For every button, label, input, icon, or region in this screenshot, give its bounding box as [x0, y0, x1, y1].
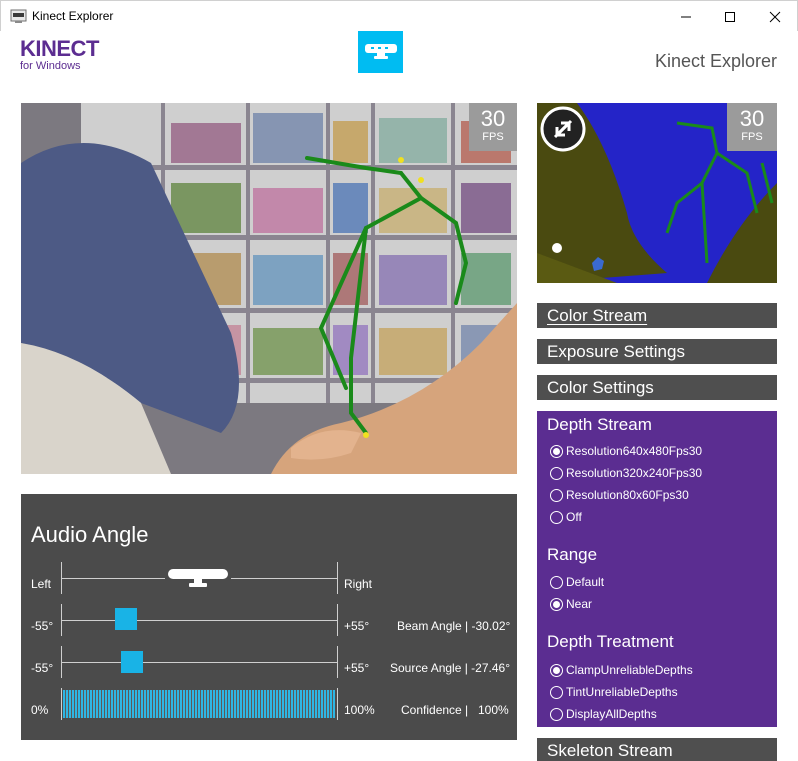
radio-dot — [550, 663, 563, 677]
source-track — [61, 662, 337, 663]
audio-title: Audio Angle — [31, 522, 149, 547]
depth-stream-panel: Depth Stream Resolution640x480Fps30 Reso… — [537, 411, 777, 727]
close-icon — [769, 11, 781, 22]
maximize-button[interactable] — [707, 1, 753, 32]
color-stream-label: Color Stream — [547, 306, 648, 325]
color-fps-value: 30 — [480, 106, 506, 131]
exposure-settings-label: Exposure Settings — [547, 342, 685, 361]
radio-dot — [550, 444, 563, 458]
sensor-tile[interactable] — [358, 31, 403, 73]
radio-label: Resolution80x60Fps30 — [566, 488, 689, 502]
depth-fps-counter: 30 FPS — [727, 103, 777, 151]
brand-sub: for Windows — [20, 60, 81, 72]
radio-label: ClampUnreliableDepths — [566, 663, 693, 677]
range-title: Range — [547, 545, 598, 564]
color-video-view: 30 FPS — [21, 103, 517, 474]
radio-label: DisplayAllDepths — [566, 707, 657, 721]
radio-range-default[interactable]: Default — [550, 574, 604, 590]
skeleton-stream-header[interactable]: Skeleton Stream — [537, 738, 777, 761]
app-icon — [10, 9, 27, 23]
skeleton-stream-label: Skeleton Stream — [547, 741, 673, 760]
brand-main: KINECT — [20, 36, 99, 61]
confidence-min-label: 0% — [31, 703, 49, 717]
row2-right-tick — [337, 604, 338, 636]
color-stream-header[interactable]: Color Stream — [537, 303, 777, 328]
confidence-max-label: 100% — [344, 703, 375, 717]
radio-dot — [550, 707, 563, 721]
row4-right-tick — [337, 688, 338, 720]
radio-range-near[interactable]: Near — [550, 596, 592, 612]
source-angle-readout: Source Angle | -27.46° — [390, 661, 510, 675]
radio-dot — [550, 597, 563, 611]
radio-off[interactable]: Off — [550, 509, 582, 525]
kinect-sensor-icon — [364, 44, 397, 59]
beam-max-label: +55° — [344, 619, 370, 633]
expand-icon — [540, 106, 586, 152]
confidence-label: Confidence | — [401, 703, 469, 717]
beam-track — [61, 620, 337, 621]
left-label: Left — [31, 577, 52, 591]
depth-stream-title[interactable]: Depth Stream — [547, 415, 652, 435]
confidence-bar — [63, 690, 335, 718]
radio-label: Resolution640x480Fps30 — [566, 444, 703, 458]
radio-resolution-320[interactable]: Resolution320x240Fps30 — [550, 465, 702, 481]
title-bar: Kinect Explorer — [0, 0, 798, 31]
depth-expand-button[interactable] — [539, 105, 587, 153]
radio-clamp-unreliable[interactable]: ClampUnreliableDepths — [550, 662, 693, 678]
row3-right-tick — [337, 646, 338, 678]
app-title: Kinect Explorer — [654, 51, 777, 71]
radio-resolution-80[interactable]: Resolution80x60Fps30 — [550, 487, 689, 503]
color-frame — [21, 103, 517, 474]
source-max-label: +55° — [344, 661, 370, 675]
kinect-logo: KINECT for Windows — [20, 36, 99, 73]
row1-right-tick — [337, 562, 338, 594]
radio-dot — [550, 685, 563, 699]
depth-treatment-title: Depth Treatment — [547, 632, 674, 651]
radio-tint-unreliable[interactable]: TintUnreliableDepths — [550, 684, 678, 700]
exposure-settings-header[interactable]: Exposure Settings — [537, 339, 777, 364]
close-button[interactable] — [752, 1, 798, 32]
right-label: Right — [344, 577, 373, 591]
minimize-button[interactable] — [663, 1, 709, 32]
radio-label: Default — [566, 575, 605, 589]
source-angle-indicator — [121, 651, 144, 673]
kinect-sensor-icon — [165, 566, 231, 590]
depth-fps-value: 30 — [739, 106, 765, 131]
radio-label: TintUnreliableDepths — [566, 685, 678, 699]
beam-min-label: -55° — [31, 619, 54, 633]
beam-angle-readout: Beam Angle | -30.02° — [397, 619, 511, 633]
radio-label: Resolution320x240Fps30 — [566, 466, 703, 480]
depth-fps-unit: FPS — [741, 131, 763, 143]
color-settings-header[interactable]: Color Settings — [537, 375, 777, 400]
depth-view: 30 FPS — [537, 103, 777, 283]
beam-angle-indicator — [114, 608, 137, 630]
radio-label: Off — [566, 510, 582, 524]
color-fps-counter: 30 FPS — [469, 103, 517, 151]
radio-display-all[interactable]: DisplayAllDepths — [550, 706, 657, 722]
row4-left-tick — [61, 688, 62, 720]
confidence-value: 100% — [478, 703, 509, 717]
radio-dot — [550, 510, 563, 524]
radio-dot — [550, 488, 563, 502]
color-settings-label: Color Settings — [547, 378, 654, 397]
minimize-icon — [681, 16, 691, 17]
audio-angle-panel: Audio Angle Left Right -55° +55° Beam An… — [21, 494, 517, 740]
radio-label: Near — [566, 597, 593, 611]
radio-dot — [550, 466, 563, 480]
radio-resolution-640[interactable]: Resolution640x480Fps30 — [550, 443, 702, 459]
window-title: Kinect Explorer — [32, 9, 114, 23]
color-fps-unit: FPS — [482, 131, 504, 143]
radio-dot — [550, 575, 563, 589]
source-min-label: -55° — [31, 661, 54, 675]
maximize-icon — [725, 11, 735, 22]
